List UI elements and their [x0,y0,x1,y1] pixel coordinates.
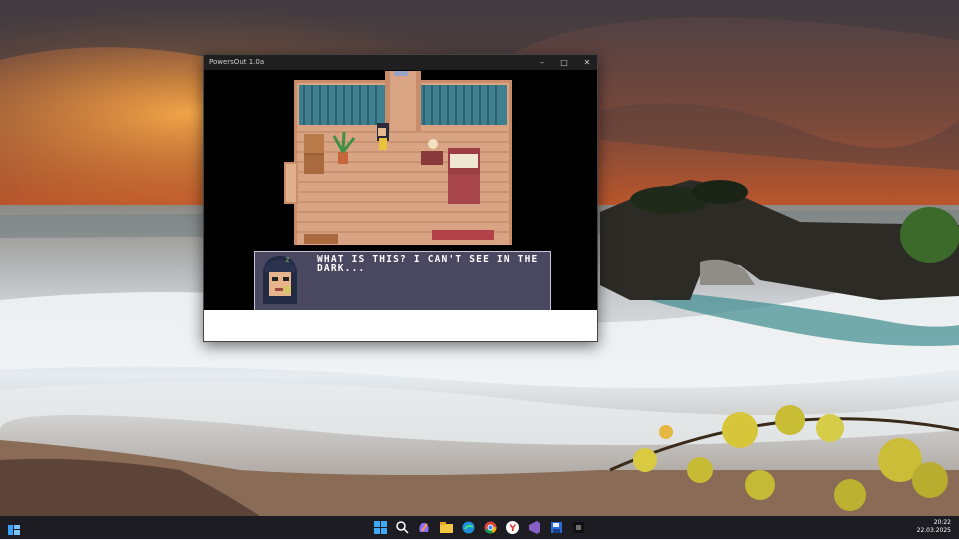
game-app-icon[interactable] [571,520,586,535]
clock-time: 20:22 [933,519,951,526]
maximize-icon[interactable]: □ [554,55,574,70]
game-viewport[interactable]: z WHAT IS THIS? I CAN'T SEE IN THE DARK.… [204,70,597,310]
dialog-box[interactable]: z WHAT IS THIS? I CAN'T SEE IN THE DARK.… [254,251,551,310]
minimize-icon[interactable]: – [532,55,552,70]
search-icon[interactable] [395,520,410,535]
file-explorer-icon[interactable] [439,520,454,535]
window-titlebar[interactable]: PowersOut 1.0a – □ ✕ [204,55,597,70]
game-window: PowersOut 1.0a – □ ✕ z WHAT IS THIS? I C… [203,54,598,342]
svg-text:z: z [285,255,290,264]
svg-text:Y: Y [509,524,517,534]
close-icon[interactable]: ✕ [577,55,597,70]
taskbar: Y 20:22 22.03.2025 [0,516,959,539]
floppy-save-icon[interactable] [549,520,564,535]
visual-studio-icon[interactable] [527,520,542,535]
system-clock[interactable]: 20:22 22.03.2025 [917,519,951,535]
chrome-icon[interactable] [483,520,498,535]
edge-icon[interactable] [461,520,476,535]
clock-date: 22.03.2025 [916,527,951,534]
character-portrait: z [255,252,305,304]
copilot-icon[interactable] [417,520,432,535]
window-title: PowersOut 1.0a [209,58,265,66]
start-icon[interactable] [373,520,388,535]
yandex-icon[interactable]: Y [505,520,520,535]
dialog-text: WHAT IS THIS? I CAN'T SEE IN THE DARK... [317,254,539,274]
widgets-icon[interactable] [8,521,20,535]
